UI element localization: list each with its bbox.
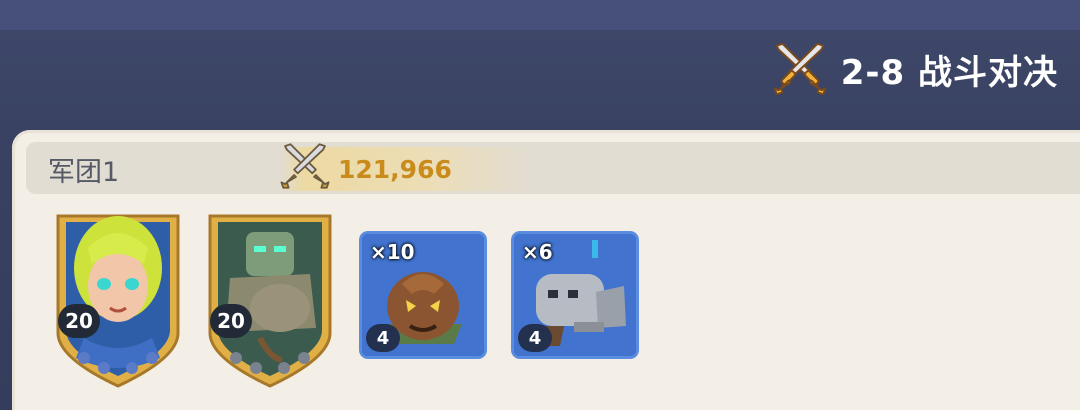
hero-level-badge: 20 (58, 304, 100, 338)
elf-hero-portrait (56, 214, 180, 388)
hero-level-badge: 20 (210, 304, 252, 338)
army-name: 军团1 (48, 157, 120, 188)
troop-level-badge: 4 (366, 324, 400, 352)
troop-slot-pumpkin[interactable]: ×10 4 (362, 234, 484, 356)
golem-hero-portrait (208, 214, 332, 388)
army-header (26, 142, 1080, 194)
crossed-swords-icon (773, 42, 826, 96)
hero-slot-elf[interactable]: 20 (48, 208, 188, 388)
troop-level-badge: 4 (518, 324, 552, 352)
troop-slot-robot[interactable]: ×6 4 (514, 234, 636, 356)
crossed-swords-icon (280, 143, 330, 189)
army-panel: 军团1 121,966 20 20 ×10 4 ×6 4 (12, 130, 1080, 410)
troop-count: ×10 (370, 240, 415, 264)
top-bar (0, 0, 1080, 30)
stage-title: 2-8 战斗对决 (769, 38, 1058, 100)
army-power: 121,966 (280, 143, 530, 191)
power-value: 121,966 (338, 154, 452, 184)
troop-count: ×6 (522, 240, 553, 264)
hero-slot-golem[interactable]: 20 (200, 208, 340, 388)
stage-title-label: 2-8 战斗对决 (840, 52, 1058, 93)
